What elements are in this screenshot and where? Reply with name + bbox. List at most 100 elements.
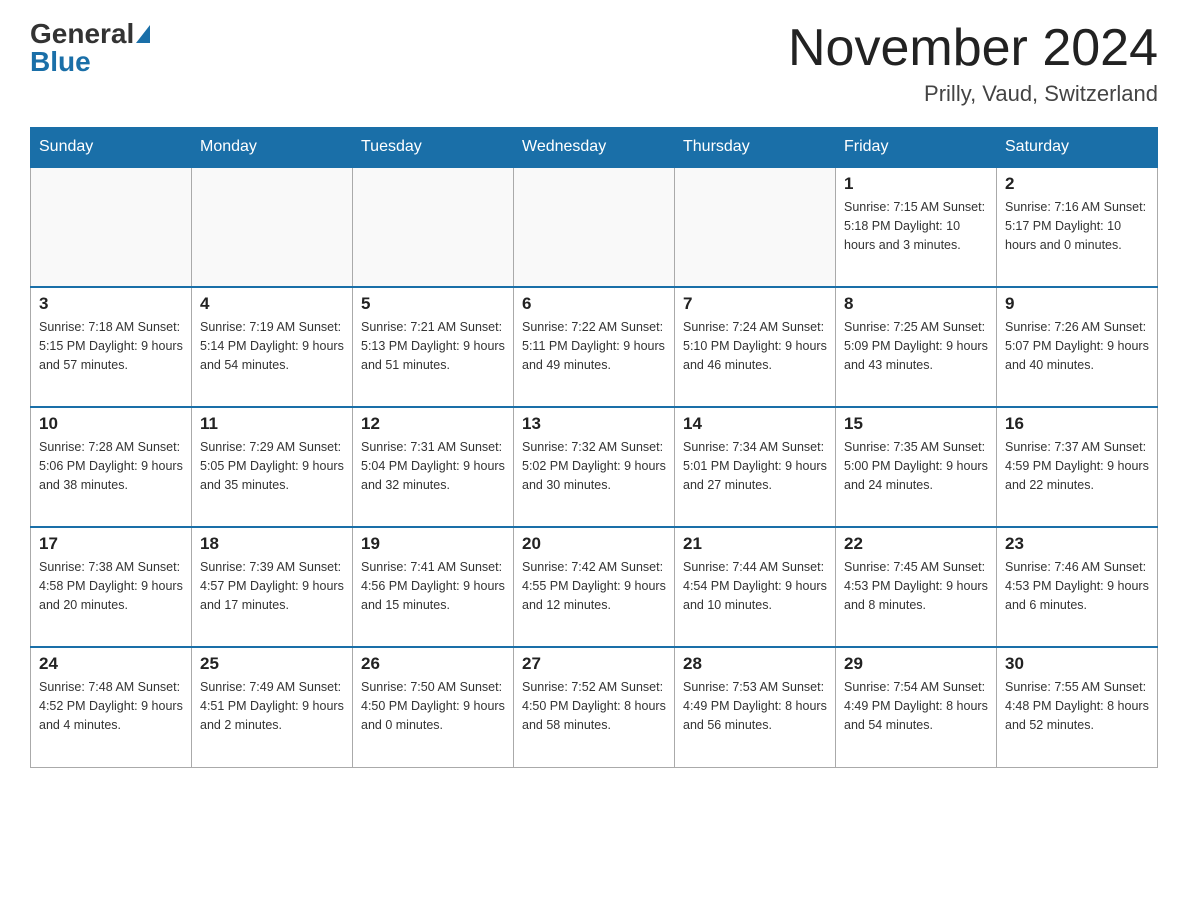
page-header: General Blue November 2024 Prilly, Vaud,… <box>30 20 1158 107</box>
day-info: Sunrise: 7:44 AM Sunset: 4:54 PM Dayligh… <box>683 558 827 614</box>
day-info: Sunrise: 7:49 AM Sunset: 4:51 PM Dayligh… <box>200 678 344 734</box>
col-monday: Monday <box>192 128 353 168</box>
day-number: 2 <box>1005 174 1149 194</box>
day-info: Sunrise: 7:37 AM Sunset: 4:59 PM Dayligh… <box>1005 438 1149 494</box>
logo-blue: Blue <box>30 48 91 76</box>
day-info: Sunrise: 7:25 AM Sunset: 5:09 PM Dayligh… <box>844 318 988 374</box>
day-number: 18 <box>200 534 344 554</box>
calendar-cell-w1-d7: 2 Sunrise: 7:16 AM Sunset: 5:17 PM Daylig… <box>997 167 1158 287</box>
day-number: 26 <box>361 654 505 674</box>
calendar-cell-w3-d1: 10 Sunrise: 7:28 AM Sunset: 5:06 PM Dayli… <box>31 407 192 527</box>
col-wednesday: Wednesday <box>514 128 675 168</box>
calendar-cell-w4-d6: 22 Sunrise: 7:45 AM Sunset: 4:53 PM Dayli… <box>836 527 997 647</box>
day-info: Sunrise: 7:46 AM Sunset: 4:53 PM Dayligh… <box>1005 558 1149 614</box>
day-number: 7 <box>683 294 827 314</box>
day-info: Sunrise: 7:39 AM Sunset: 4:57 PM Dayligh… <box>200 558 344 614</box>
col-friday: Friday <box>836 128 997 168</box>
calendar-cell-w3-d7: 16 Sunrise: 7:37 AM Sunset: 4:59 PM Dayli… <box>997 407 1158 527</box>
calendar-cell-w2-d2: 4 Sunrise: 7:19 AM Sunset: 5:14 PM Daylig… <box>192 287 353 407</box>
day-info: Sunrise: 7:22 AM Sunset: 5:11 PM Dayligh… <box>522 318 666 374</box>
calendar-cell-w1-d4 <box>514 167 675 287</box>
day-number: 10 <box>39 414 183 434</box>
day-number: 11 <box>200 414 344 434</box>
day-number: 1 <box>844 174 988 194</box>
day-number: 20 <box>522 534 666 554</box>
calendar-cell-w3-d3: 12Sunrise: 7:31 AM Sunset: 5:04 PM Dayli… <box>353 407 514 527</box>
day-number: 4 <box>200 294 344 314</box>
logo-general: General <box>30 20 134 48</box>
day-info: Sunrise: 7:29 AM Sunset: 5:05 PM Dayligh… <box>200 438 344 494</box>
calendar-cell-w1-d1 <box>31 167 192 287</box>
day-info: Sunrise: 7:19 AM Sunset: 5:14 PM Dayligh… <box>200 318 344 374</box>
day-number: 23 <box>1005 534 1149 554</box>
logo: General Blue <box>30 20 150 76</box>
calendar-cell-w1-d3 <box>353 167 514 287</box>
calendar-cell-w5-d7: 30 Sunrise: 7:55 AM Sunset: 4:48 PM Dayli… <box>997 647 1158 767</box>
day-number: 29 <box>844 654 988 674</box>
day-number: 28 <box>683 654 827 674</box>
calendar-cell-w1-d6: 1 Sunrise: 7:15 AM Sunset: 5:18 PM Daylig… <box>836 167 997 287</box>
calendar-week-5: 24 Sunrise: 7:48 AM Sunset: 4:52 PM Dayli… <box>31 647 1158 767</box>
calendar-cell-w2-d6: 8 Sunrise: 7:25 AM Sunset: 5:09 PM Daylig… <box>836 287 997 407</box>
day-info: Sunrise: 7:54 AM Sunset: 4:49 PM Dayligh… <box>844 678 988 734</box>
day-number: 15 <box>844 414 988 434</box>
calendar-cell-w5-d3: 26 Sunrise: 7:50 AM Sunset: 4:50 PM Dayli… <box>353 647 514 767</box>
day-number: 27 <box>522 654 666 674</box>
day-number: 16 <box>1005 414 1149 434</box>
day-info: Sunrise: 7:15 AM Sunset: 5:18 PM Dayligh… <box>844 198 988 254</box>
month-title: November 2024 <box>788 20 1158 77</box>
calendar-table: Sunday Monday Tuesday Wednesday Thursday… <box>30 127 1158 768</box>
calendar-cell-w5-d5: 28 Sunrise: 7:53 AM Sunset: 4:49 PM Dayli… <box>675 647 836 767</box>
day-info: Sunrise: 7:50 AM Sunset: 4:50 PM Dayligh… <box>361 678 505 734</box>
calendar-cell-w5-d4: 27Sunrise: 7:52 AM Sunset: 4:50 PM Dayli… <box>514 647 675 767</box>
day-number: 17 <box>39 534 183 554</box>
calendar-cell-w4-d7: 23 Sunrise: 7:46 AM Sunset: 4:53 PM Dayli… <box>997 527 1158 647</box>
day-number: 19 <box>361 534 505 554</box>
calendar-cell-w2-d4: 6 Sunrise: 7:22 AM Sunset: 5:11 PM Daylig… <box>514 287 675 407</box>
day-number: 30 <box>1005 654 1149 674</box>
day-number: 22 <box>844 534 988 554</box>
calendar-cell-w3-d2: 11 Sunrise: 7:29 AM Sunset: 5:05 PM Dayli… <box>192 407 353 527</box>
location-title: Prilly, Vaud, Switzerland <box>788 81 1158 107</box>
day-info: Sunrise: 7:53 AM Sunset: 4:49 PM Dayligh… <box>683 678 827 734</box>
calendar-cell-w4-d4: 20 Sunrise: 7:42 AM Sunset: 4:55 PM Dayli… <box>514 527 675 647</box>
calendar-cell-w2-d5: 7 Sunrise: 7:24 AM Sunset: 5:10 PM Daylig… <box>675 287 836 407</box>
day-info: Sunrise: 7:45 AM Sunset: 4:53 PM Dayligh… <box>844 558 988 614</box>
calendar-week-1: 1 Sunrise: 7:15 AM Sunset: 5:18 PM Daylig… <box>31 167 1158 287</box>
calendar-cell-w1-d5 <box>675 167 836 287</box>
day-number: 24 <box>39 654 183 674</box>
day-info: Sunrise: 7:24 AM Sunset: 5:10 PM Dayligh… <box>683 318 827 374</box>
calendar-cell-w4-d1: 17 Sunrise: 7:38 AM Sunset: 4:58 PM Dayli… <box>31 527 192 647</box>
calendar-cell-w1-d2 <box>192 167 353 287</box>
calendar-cell-w5-d6: 29 Sunrise: 7:54 AM Sunset: 4:49 PM Dayli… <box>836 647 997 767</box>
day-number: 14 <box>683 414 827 434</box>
logo-triangle-icon <box>136 25 150 43</box>
day-info: Sunrise: 7:21 AM Sunset: 5:13 PM Dayligh… <box>361 318 505 374</box>
col-thursday: Thursday <box>675 128 836 168</box>
day-info: Sunrise: 7:41 AM Sunset: 4:56 PM Dayligh… <box>361 558 505 614</box>
title-section: November 2024 Prilly, Vaud, Switzerland <box>788 20 1158 107</box>
day-info: Sunrise: 7:55 AM Sunset: 4:48 PM Dayligh… <box>1005 678 1149 734</box>
day-info: Sunrise: 7:42 AM Sunset: 4:55 PM Dayligh… <box>522 558 666 614</box>
col-tuesday: Tuesday <box>353 128 514 168</box>
day-info: Sunrise: 7:48 AM Sunset: 4:52 PM Dayligh… <box>39 678 183 734</box>
calendar-cell-w3-d4: 13Sunrise: 7:32 AM Sunset: 5:02 PM Dayli… <box>514 407 675 527</box>
calendar-cell-w3-d5: 14 Sunrise: 7:34 AM Sunset: 5:01 PM Dayli… <box>675 407 836 527</box>
calendar-cell-w3-d6: 15Sunrise: 7:35 AM Sunset: 5:00 PM Dayli… <box>836 407 997 527</box>
day-number: 8 <box>844 294 988 314</box>
day-info: Sunrise: 7:16 AM Sunset: 5:17 PM Dayligh… <box>1005 198 1149 254</box>
calendar-cell-w4-d5: 21Sunrise: 7:44 AM Sunset: 4:54 PM Dayli… <box>675 527 836 647</box>
day-number: 12 <box>361 414 505 434</box>
day-info: Sunrise: 7:28 AM Sunset: 5:06 PM Dayligh… <box>39 438 183 494</box>
calendar-cell-w5-d2: 25 Sunrise: 7:49 AM Sunset: 4:51 PM Dayli… <box>192 647 353 767</box>
calendar-week-4: 17 Sunrise: 7:38 AM Sunset: 4:58 PM Dayli… <box>31 527 1158 647</box>
calendar-header-row: Sunday Monday Tuesday Wednesday Thursday… <box>31 128 1158 168</box>
day-info: Sunrise: 7:34 AM Sunset: 5:01 PM Dayligh… <box>683 438 827 494</box>
calendar-week-3: 10 Sunrise: 7:28 AM Sunset: 5:06 PM Dayli… <box>31 407 1158 527</box>
day-info: Sunrise: 7:32 AM Sunset: 5:02 PM Dayligh… <box>522 438 666 494</box>
day-number: 6 <box>522 294 666 314</box>
day-info: Sunrise: 7:38 AM Sunset: 4:58 PM Dayligh… <box>39 558 183 614</box>
day-number: 25 <box>200 654 344 674</box>
calendar-cell-w2-d1: 3Sunrise: 7:18 AM Sunset: 5:15 PM Daylig… <box>31 287 192 407</box>
col-saturday: Saturday <box>997 128 1158 168</box>
